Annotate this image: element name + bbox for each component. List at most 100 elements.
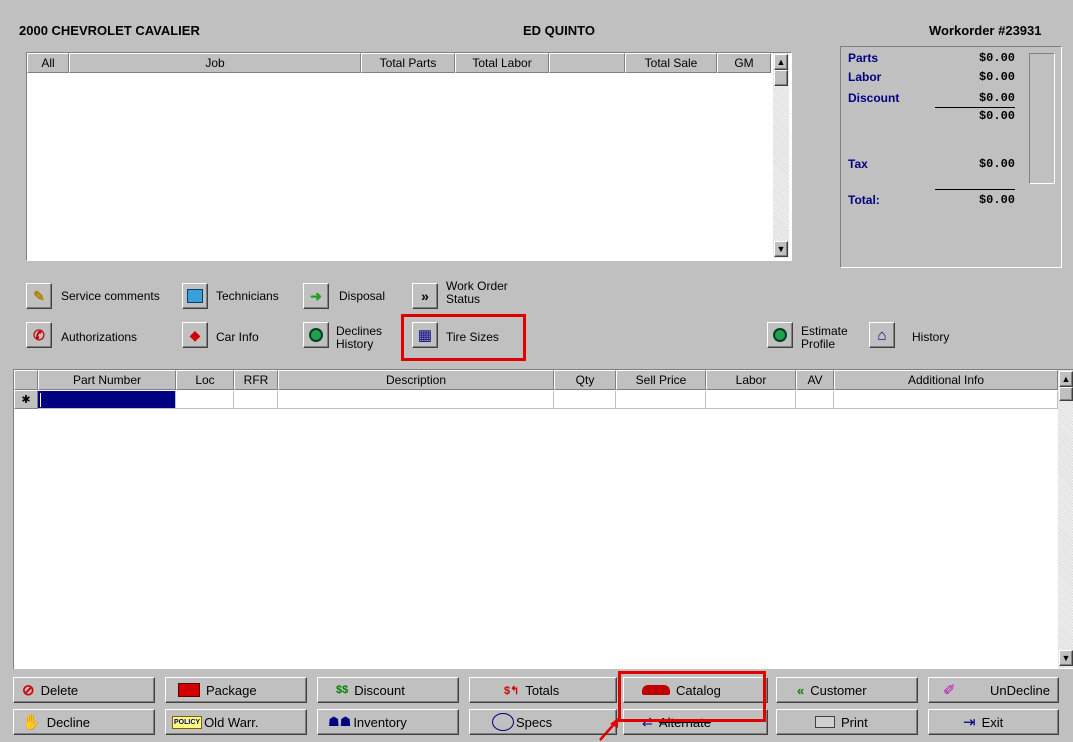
labor-value: $0.00: [978, 70, 1015, 84]
jobs-table[interactable]: All Job Total Parts Total Labor Total Sa…: [26, 52, 792, 261]
total-value: $0.00: [978, 193, 1015, 207]
jobs-col-total-parts[interactable]: Total Parts: [361, 53, 455, 73]
qty-cell[interactable]: [554, 391, 616, 409]
grid-icon: ▦: [417, 327, 433, 344]
jobs-scrollbar[interactable]: ▲ ▼: [773, 53, 789, 258]
total-rule: [935, 189, 1015, 190]
jobs-col-blank[interactable]: [549, 53, 625, 73]
parts-col-rfr[interactable]: RFR: [234, 370, 278, 390]
printer-icon: [815, 716, 835, 728]
av-cell[interactable]: [796, 391, 834, 409]
scroll-up-icon[interactable]: ▲: [774, 54, 788, 70]
undecline-button[interactable]: ✐ UnDecline: [928, 677, 1059, 703]
red-arrow-icon: [599, 718, 618, 741]
delete-button[interactable]: ⊘ Delete: [13, 677, 155, 703]
service-comments-button[interactable]: ✎: [26, 283, 52, 309]
declines-history-label[interactable]: Declines History: [336, 325, 400, 351]
catalog-highlight: [618, 671, 766, 722]
scroll-up-icon[interactable]: ▲: [1059, 371, 1073, 387]
discount-value: $0.00: [978, 91, 1015, 105]
parts-col-description[interactable]: Description: [278, 370, 554, 390]
parts-col-qty[interactable]: Qty: [554, 370, 616, 390]
service-comments-label[interactable]: Service comments: [61, 290, 160, 303]
magnifier-icon: [309, 328, 323, 342]
loc-cell[interactable]: [176, 391, 234, 409]
customer-button[interactable]: « Customer: [776, 677, 918, 703]
double-chevron-icon: »: [421, 288, 429, 304]
description-cell[interactable]: [278, 391, 554, 409]
inventory-icon: ☗☗: [328, 714, 352, 729]
building-icon: ⌂: [877, 326, 887, 344]
parts-label: Parts: [848, 51, 879, 65]
parts-col-labor[interactable]: Labor: [706, 370, 796, 390]
rfr-cell[interactable]: [234, 391, 278, 409]
print-button[interactable]: Print: [776, 709, 918, 735]
work-order-status-label[interactable]: Work Order Status: [446, 280, 516, 306]
scroll-thumb[interactable]: [774, 70, 788, 86]
jobs-col-job[interactable]: Job: [69, 53, 361, 73]
hand-icon: ✋: [22, 714, 41, 731]
discount-button[interactable]: $$ Discount: [317, 677, 459, 703]
car-info-button[interactable]: ◆: [182, 322, 208, 348]
history-button[interactable]: ⌂: [869, 322, 895, 348]
authorizations-label[interactable]: Authorizations: [61, 331, 137, 344]
parts-col-av[interactable]: AV: [796, 370, 834, 390]
specs-label: Specs: [516, 714, 553, 730]
parts-col-loc[interactable]: Loc: [176, 370, 234, 390]
jobs-col-gm[interactable]: GM: [717, 53, 771, 73]
estimate-profile-button[interactable]: [767, 322, 793, 348]
magnifier-icon: [773, 328, 787, 342]
technicians-button[interactable]: [182, 283, 208, 309]
history-label[interactable]: History: [912, 331, 949, 344]
tax-label: Tax: [848, 157, 868, 171]
parts-col-part-number[interactable]: Part Number: [38, 370, 176, 390]
jobs-col-total-sale[interactable]: Total Sale: [625, 53, 717, 73]
old-warr-button[interactable]: POLICY Old Warr.: [165, 709, 307, 735]
sell-price-cell[interactable]: [616, 391, 706, 409]
customer-name: ED QUINTO: [523, 23, 595, 38]
work-order-status-button[interactable]: »: [412, 283, 438, 309]
jobs-col-total-labor[interactable]: Total Labor: [455, 53, 549, 73]
jobs-col-all[interactable]: All: [27, 53, 69, 73]
parts-col-sell-price[interactable]: Sell Price: [616, 370, 706, 390]
scroll-down-icon[interactable]: ▼: [774, 241, 788, 257]
disposal-label[interactable]: Disposal: [339, 290, 385, 303]
totals-panel: Parts $0.00 Labor $0.00 Discount $0.00 $…: [840, 46, 1062, 268]
dollar-return-icon: $↰: [504, 684, 520, 697]
exit-button[interactable]: ⇥ Exit: [928, 709, 1059, 735]
inventory-button[interactable]: ☗☗ Inventory: [317, 709, 459, 735]
labor-cell[interactable]: [706, 391, 796, 409]
parts-scrollbar[interactable]: ▲ ▼: [1058, 370, 1073, 668]
discount-label: Discount: [354, 682, 405, 698]
parts-col-additional-info[interactable]: Additional Info: [834, 370, 1058, 390]
parts-col-selector: [14, 370, 38, 390]
technicians-label[interactable]: Technicians: [216, 290, 279, 303]
specs-button[interactable]: Specs: [469, 709, 617, 735]
tire-sizes-label[interactable]: Tire Sizes: [446, 331, 499, 344]
green-arrow-icon: ➜: [310, 287, 322, 304]
technician-icon: [187, 289, 203, 303]
parts-table[interactable]: Part Number Loc RFR Description Qty Sell…: [13, 369, 1073, 669]
old-warr-label: Old Warr.: [204, 714, 259, 730]
customer-label: Customer: [810, 682, 867, 698]
prohibited-icon: ⊘: [22, 682, 35, 699]
scroll-down-icon[interactable]: ▼: [1059, 650, 1073, 666]
additional-info-cell[interactable]: [834, 391, 1058, 409]
decline-button[interactable]: ✋ Decline: [13, 709, 155, 735]
new-row-marker[interactable]: ✱: [14, 390, 38, 409]
car-info-label[interactable]: Car Info: [216, 331, 259, 344]
part-number-cell[interactable]: [38, 391, 176, 409]
discount-label: Discount: [848, 91, 900, 105]
specs-icon: [492, 713, 514, 731]
exit-label: Exit: [981, 714, 1004, 730]
totals-button[interactable]: $↰ Totals: [469, 677, 617, 703]
declines-history-button[interactable]: [303, 322, 329, 348]
disposal-button[interactable]: ➜: [303, 283, 329, 309]
package-label: Package: [206, 682, 257, 698]
pencil-icon: ✎: [33, 287, 45, 304]
package-button[interactable]: Package: [165, 677, 307, 703]
tire-sizes-button[interactable]: ▦: [412, 322, 438, 348]
scroll-thumb[interactable]: [1059, 387, 1073, 401]
authorizations-button[interactable]: ✆: [26, 322, 52, 348]
estimate-profile-label[interactable]: Estimate Profile: [801, 325, 861, 351]
